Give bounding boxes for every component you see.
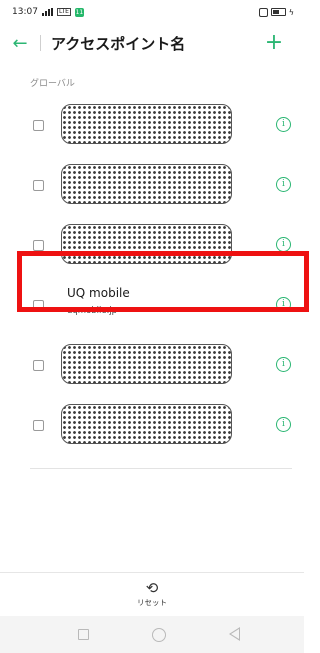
signal-icon xyxy=(41,8,53,16)
list-divider xyxy=(30,468,292,469)
arrow-left-icon: ← xyxy=(12,32,28,54)
page-title: アクセスポイント名 xyxy=(51,34,186,53)
apn-checkbox[interactable] xyxy=(33,360,44,371)
status-bar: 13:07 LTE 11 ϟ xyxy=(0,0,304,24)
notification-icon: 11 xyxy=(74,7,84,17)
apn-checkbox[interactable] xyxy=(33,420,44,431)
info-icon[interactable]: i xyxy=(276,117,291,132)
home-icon[interactable] xyxy=(152,628,166,642)
info-icon[interactable]: i xyxy=(276,417,291,432)
apn-item-5[interactable]: i xyxy=(0,335,304,395)
vibrate-icon xyxy=(258,7,268,17)
network-type: LTE xyxy=(56,8,71,16)
add-apn-button[interactable]: + xyxy=(260,29,288,57)
status-right: ϟ xyxy=(258,7,294,17)
section-label: グローバル xyxy=(30,79,75,89)
redacted-apn-entry xyxy=(61,104,232,144)
highlight-box xyxy=(17,251,309,312)
info-icon[interactable]: i xyxy=(276,177,291,192)
bottom-bar: ⟲ リセット xyxy=(0,572,304,616)
status-left: 13:07 LTE 11 xyxy=(12,7,84,17)
back-triangle-icon[interactable] xyxy=(229,627,240,641)
redacted-apn-entry xyxy=(61,404,232,444)
redacted-apn-entry xyxy=(61,164,232,204)
battery-icon xyxy=(270,8,286,16)
apn-checkbox[interactable] xyxy=(33,120,44,131)
header-divider xyxy=(40,35,41,51)
refresh-icon: ⟲ xyxy=(145,579,159,597)
info-icon[interactable]: i xyxy=(276,357,291,372)
charging-icon: ϟ xyxy=(288,7,294,17)
apn-item-1[interactable]: i xyxy=(0,95,304,155)
status-time: 13:07 xyxy=(12,7,38,17)
recent-apps-icon[interactable] xyxy=(78,629,89,640)
apn-item-2[interactable]: i xyxy=(0,155,304,215)
app-bar: ← アクセスポイント名 + xyxy=(0,24,304,62)
apn-checkbox[interactable] xyxy=(33,240,44,251)
reset-label: リセット xyxy=(137,598,167,607)
apn-checkbox[interactable] xyxy=(33,180,44,191)
plus-icon: + xyxy=(264,30,284,55)
navigation-bar xyxy=(0,616,304,653)
reset-button[interactable]: ⟲ リセット xyxy=(132,579,172,615)
back-button[interactable]: ← xyxy=(0,24,40,62)
apn-item-6[interactable]: i xyxy=(0,395,304,455)
redacted-apn-entry xyxy=(61,344,232,384)
info-icon[interactable]: i xyxy=(276,237,291,252)
